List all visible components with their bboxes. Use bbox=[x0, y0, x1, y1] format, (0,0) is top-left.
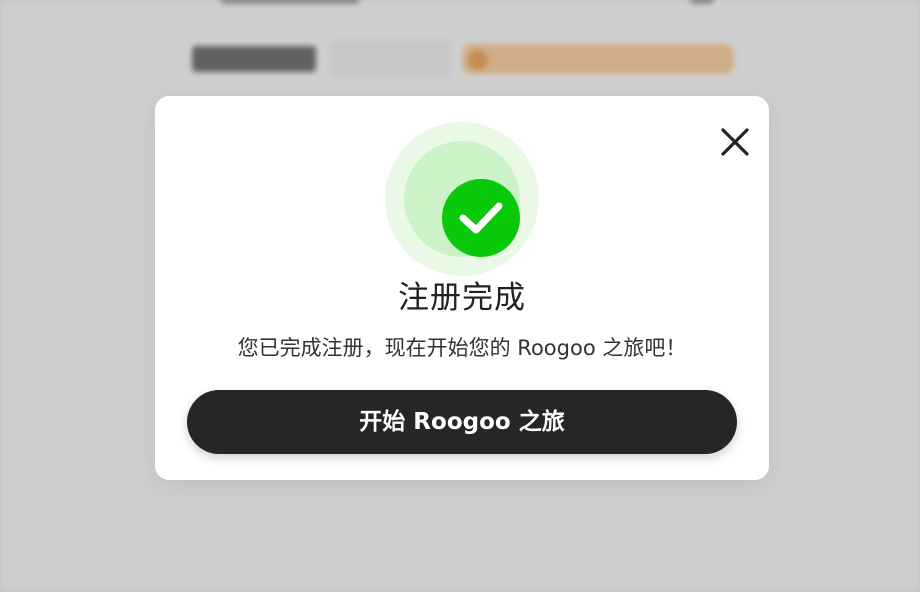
dialog-title: 注册完成 bbox=[398, 280, 526, 316]
check-circle-icon bbox=[442, 179, 520, 257]
success-icon-ring bbox=[404, 141, 520, 257]
close-button[interactable] bbox=[717, 124, 753, 160]
checkmark-icon bbox=[459, 202, 503, 234]
registration-complete-dialog: 注册完成 您已完成注册，现在开始您的 Roogoo 之旅吧！ 开始 Roogoo… bbox=[155, 96, 769, 480]
success-icon-halo bbox=[385, 122, 539, 276]
start-journey-button[interactable]: 开始 Roogoo 之旅 bbox=[187, 390, 737, 454]
close-icon bbox=[721, 128, 749, 156]
dialog-message: 您已完成注册，现在开始您的 Roogoo 之旅吧！ bbox=[237, 336, 687, 360]
